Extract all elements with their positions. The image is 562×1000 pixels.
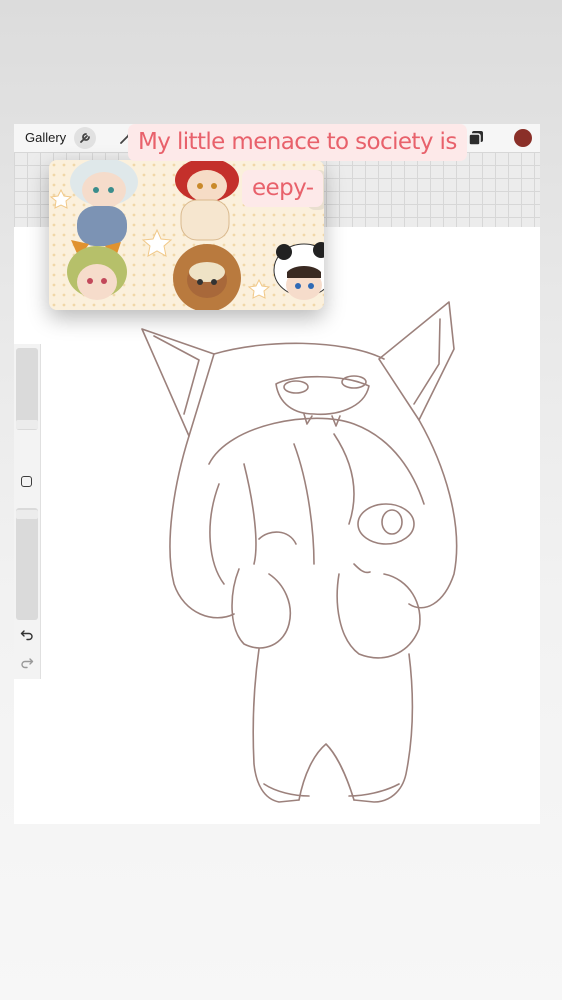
redo-icon[interactable] bbox=[20, 655, 34, 669]
brush-size-slider[interactable] bbox=[16, 348, 38, 430]
left-sidebar bbox=[14, 344, 41, 679]
caption-line-2: eepy- bbox=[242, 170, 324, 207]
opacity-slider[interactable] bbox=[16, 508, 38, 620]
opacity-slider-thumb[interactable] bbox=[16, 510, 38, 519]
modify-button-icon[interactable] bbox=[21, 476, 32, 487]
caption-line-1: My little menace to society is bbox=[128, 124, 467, 161]
undo-icon[interactable] bbox=[20, 627, 34, 641]
brush-size-slider-thumb[interactable] bbox=[16, 420, 38, 429]
